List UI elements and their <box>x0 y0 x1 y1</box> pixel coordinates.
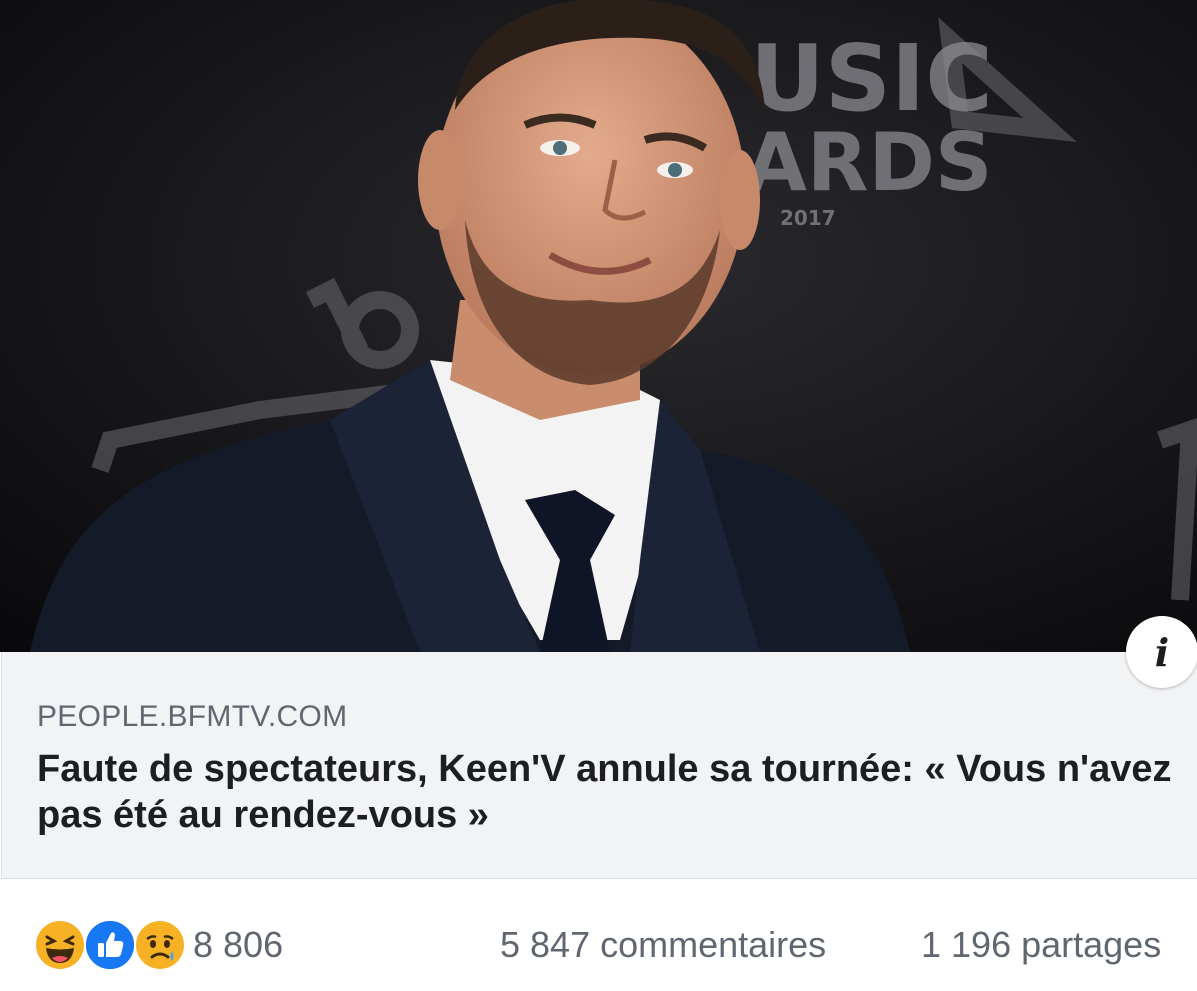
reaction-icons[interactable] <box>34 919 194 971</box>
reaction-count[interactable]: 8 806 <box>193 924 283 966</box>
shares-count[interactable]: 1 196 partages <box>921 924 1161 966</box>
comments-count[interactable]: 5 847 commentaires <box>500 924 826 966</box>
backdrop-text-3: 2017 <box>780 206 836 230</box>
link-headline[interactable]: Faute de spectateurs, Keen'V annule sa t… <box>37 746 1177 838</box>
link-domain: PEOPLE.BFMTV.COM <box>37 700 348 733</box>
backdrop-text-2: ARDS <box>745 116 993 209</box>
article-image[interactable]: USIC ARDS 2017 <box>0 0 1197 652</box>
haha-icon <box>34 919 86 971</box>
like-icon <box>84 919 136 971</box>
info-icon: i <box>1154 629 1170 675</box>
info-button[interactable]: i <box>1126 616 1197 688</box>
portrait-illustration: USIC ARDS 2017 <box>0 0 1197 652</box>
sad-icon <box>134 919 186 971</box>
